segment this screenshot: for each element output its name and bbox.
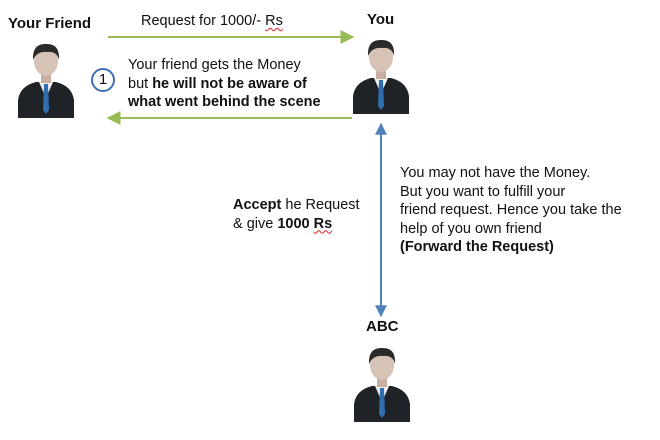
response-line-1: Your friend gets the Money (128, 57, 301, 73)
accept-line-1: Accept he Request (233, 197, 360, 213)
request-label: Request for 1000/- Rs (141, 13, 283, 29)
person-icon (353, 39, 409, 114)
forward-line-4: help of you own friend (400, 220, 542, 237)
step-number-badge: 1 (91, 68, 115, 92)
person-icon (18, 43, 74, 118)
response-text: Your friend gets the Money but he will n… (128, 56, 321, 112)
request-currency: Rs (265, 13, 283, 29)
forward-line-2: But you want to fulfill your (400, 183, 566, 200)
response-line-3: what went behind the scene (128, 94, 321, 110)
actor-label-your-friend: Your Friend (8, 15, 92, 32)
actor-label-abc: ABC (366, 318, 399, 335)
forward-text: You may not have the Money. But you want… (400, 164, 622, 257)
forward-line-3: friend request. Hence you take the (400, 202, 622, 218)
response-line-2: but he will not be aware of (128, 75, 307, 92)
person-icon (354, 347, 410, 422)
accept-line-2: & give 1000 Rs (233, 215, 333, 232)
forward-line-5: (Forward the Request) (400, 239, 554, 255)
accept-text: Accept he Request & give 1000 Rs (233, 196, 360, 233)
actor-label-you: You (367, 11, 395, 28)
forward-line-1: You may not have the Money. (400, 165, 591, 181)
